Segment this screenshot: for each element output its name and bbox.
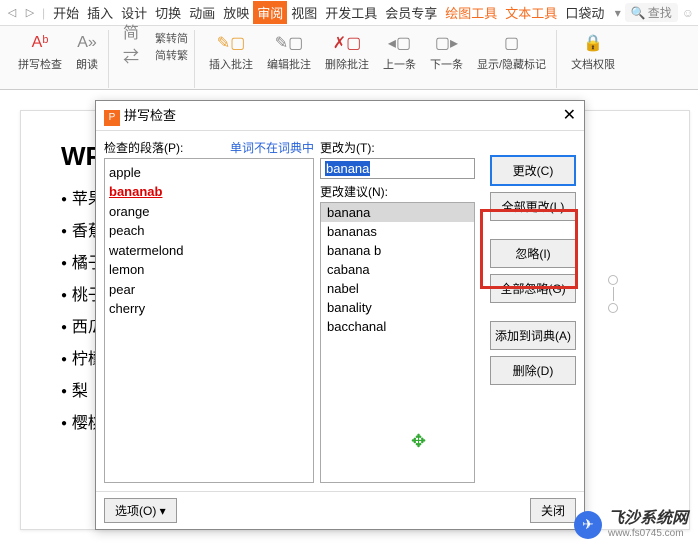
ignore-all-button[interactable]: 全部忽略(G) — [490, 274, 576, 303]
menu-item-0[interactable]: 开始 — [49, 1, 83, 24]
marker-circle — [608, 303, 618, 313]
separator: | — [42, 6, 45, 20]
marker-circle — [608, 275, 618, 285]
side-markers — [608, 275, 618, 313]
edit-comment-label: 编辑批注 — [267, 56, 311, 72]
insert-comment-label: 插入批注 — [209, 56, 253, 72]
edit-comment-icon: ✎▢ — [278, 32, 300, 54]
word-item[interactable]: lemon — [109, 260, 309, 280]
suggestion-item[interactable]: bananas — [321, 222, 474, 241]
not-in-dict-label: 单词不在词典中 — [183, 139, 314, 156]
word-item[interactable]: watermelond — [109, 241, 309, 261]
history-fwd-icon[interactable]: ▷ — [22, 5, 38, 21]
spellcheck-icon: Aᵇ — [29, 32, 51, 54]
jian-to-fan[interactable]: 简转繁 — [155, 47, 188, 63]
suggestion-item[interactable]: nabel — [321, 279, 474, 298]
suggestion-listbox[interactable]: bananabananasbanana bcabananabelbanality… — [320, 202, 475, 484]
change-button[interactable]: 更改(C) — [490, 155, 576, 186]
suggestion-item[interactable]: cabana — [321, 260, 474, 279]
spellcheck-button[interactable]: Aᵇ 拼写检查 — [14, 30, 66, 74]
menu-item-7[interactable]: 视图 — [287, 1, 321, 24]
menu-item-4[interactable]: 动画 — [185, 1, 219, 24]
spellcheck-dialog: P 拼写检查 ✕ 检查的段落(P): 单词不在词典中 applebananabor… — [95, 100, 585, 530]
close-button[interactable]: 关闭 — [530, 498, 576, 523]
convert-button[interactable]: 简⇄ — [119, 30, 149, 63]
ignore-button[interactable]: 忽略(I) — [490, 239, 576, 268]
menu-item-11[interactable]: 文本工具 — [501, 1, 561, 24]
change-all-button[interactable]: 全部更改(L) — [490, 192, 576, 221]
suggestion-item[interactable]: banality — [321, 298, 474, 317]
marker-line — [613, 287, 614, 301]
word-item[interactable]: peach — [109, 221, 309, 241]
insert-comment-button[interactable]: ✎▢ 插入批注 — [205, 30, 257, 74]
smiley-icon[interactable]: ☺ — [682, 6, 694, 20]
history-back-icon[interactable]: ◁ — [4, 5, 20, 21]
paragraph-label: 检查的段落(P): — [104, 139, 183, 156]
watermark-url: www.fs0745.com — [608, 528, 688, 539]
delete-button[interactable]: 删除(D) — [490, 356, 576, 385]
watermark-icon: ✈ — [574, 511, 602, 539]
menubar: ◁ ▷ | 开始插入设计切换动画放映审阅视图开发工具会员专享绘图工具文本工具口袋… — [0, 0, 698, 26]
search-icon: 🔍 — [631, 6, 646, 20]
doc-permission-button[interactable]: 🔒 文档权限 — [567, 30, 619, 74]
spellcheck-label: 拼写检查 — [18, 56, 62, 72]
menu-item-10[interactable]: 绘图工具 — [441, 1, 501, 24]
dropdown-icon[interactable]: ▾ — [615, 6, 621, 20]
fan-to-jian[interactable]: 繁转简 — [155, 30, 188, 46]
search-box[interactable]: 🔍 查找 — [625, 3, 678, 22]
showhide-button[interactable]: ▢ 显示/隐藏标记 — [473, 30, 550, 74]
word-item[interactable]: pear — [109, 280, 309, 300]
edit-comment-button[interactable]: ✎▢ 编辑批注 — [263, 30, 315, 74]
word-item[interactable]: orange — [109, 202, 309, 222]
menu-item-8[interactable]: 开发工具 — [321, 1, 381, 24]
prev-comment-button[interactable]: ◂▢ 上一条 — [379, 30, 420, 74]
app-logo-icon: P — [104, 110, 120, 126]
delete-comment-button[interactable]: ✗▢ 删除批注 — [321, 30, 373, 74]
change-to-input[interactable]: banana — [320, 158, 475, 179]
next-icon: ▢▸ — [436, 32, 458, 54]
word-item[interactable]: cherry — [109, 299, 309, 319]
suggestion-item[interactable]: banana — [321, 203, 474, 222]
search-text: 查找 — [648, 4, 672, 21]
close-icon[interactable]: ✕ — [563, 105, 576, 125]
change-to-label: 更改为(T): — [320, 139, 475, 156]
menu-item-1[interactable]: 插入 — [83, 1, 117, 24]
menu-item-12[interactable]: 口袋动 — [561, 1, 608, 24]
dialog-title-text: 拼写检查 — [124, 108, 176, 123]
read-label: 朗读 — [76, 56, 98, 72]
paragraph-listbox[interactable]: applebananaborangepeachwatermelondlemonp… — [104, 158, 314, 484]
dialog-titlebar: P 拼写检查 ✕ — [96, 101, 584, 131]
delete-comment-icon: ✗▢ — [336, 32, 358, 54]
permission-icon: 🔒 — [582, 32, 604, 54]
convert-icon: 简⇄ — [123, 32, 145, 54]
watermark-name: 飞沙系统网 — [608, 510, 688, 528]
menu-item-3[interactable]: 切换 — [151, 1, 185, 24]
word-item[interactable]: apple — [109, 163, 309, 183]
suggestion-item[interactable]: banana b — [321, 241, 474, 260]
menu-item-9[interactable]: 会员专享 — [381, 1, 441, 24]
menu-item-5[interactable]: 放映 — [219, 1, 253, 24]
change-to-value: banana — [325, 161, 370, 176]
suggestion-item[interactable]: bacchanal — [321, 317, 474, 336]
read-aloud-button[interactable]: A» 朗读 — [72, 30, 102, 74]
prev-label: 上一条 — [383, 56, 416, 72]
read-icon: A» — [76, 32, 98, 54]
ribbon-toolbar: Aᵇ 拼写检查 A» 朗读 简⇄ 繁转简 简转繁 ✎▢ 插入批注 — [0, 26, 698, 90]
suggestion-label: 更改建议(N): — [320, 183, 475, 200]
prev-icon: ◂▢ — [389, 32, 411, 54]
insert-comment-icon: ✎▢ — [220, 32, 242, 54]
showhide-icon: ▢ — [501, 32, 523, 54]
perm-label: 文档权限 — [571, 56, 615, 72]
watermark: ✈ 飞沙系统网 www.fs0745.com — [574, 510, 688, 539]
add-to-dict-button[interactable]: 添加到词典(A) — [490, 321, 576, 350]
word-item[interactable]: bananab — [109, 182, 309, 202]
delete-comment-label: 删除批注 — [325, 56, 369, 72]
menu-item-6[interactable]: 审阅 — [253, 1, 287, 24]
options-button[interactable]: 选项(O) ▾ — [104, 498, 177, 523]
next-comment-button[interactable]: ▢▸ 下一条 — [426, 30, 467, 74]
showhide-label: 显示/隐藏标记 — [477, 56, 546, 72]
next-label: 下一条 — [430, 56, 463, 72]
